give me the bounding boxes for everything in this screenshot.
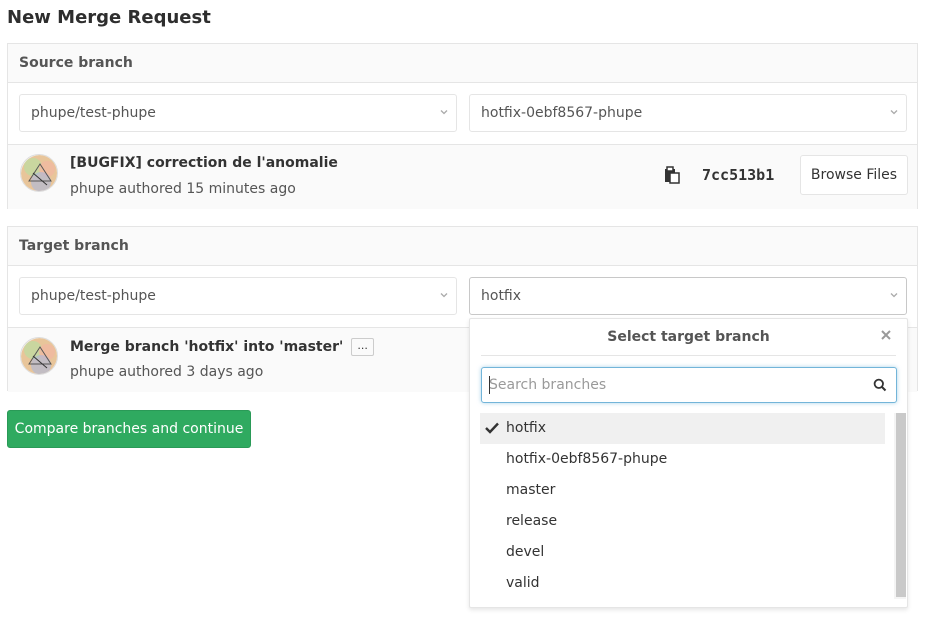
source-branch-select[interactable]: hotfix-0ebf8567-phupe — [469, 94, 907, 132]
branch-option-label: hotfix-0ebf8567-phupe — [506, 451, 668, 467]
dropdown-scrollbar[interactable] — [894, 413, 906, 599]
target-branch-header: Target branch — [8, 227, 917, 266]
chevron-down-icon — [440, 293, 448, 298]
target-project-value: phupe/test-phupe — [31, 288, 156, 304]
target-commit-meta: phupe authored 3 days ago — [70, 364, 263, 380]
target-project-select[interactable]: phupe/test-phupe — [19, 277, 457, 315]
dropdown-title: Select target branch — [481, 319, 896, 356]
copy-icon[interactable] — [663, 166, 681, 184]
chevron-down-icon — [890, 293, 898, 298]
source-project-value: phupe/test-phupe — [31, 105, 156, 121]
branch-option-label: valid — [506, 575, 540, 591]
branch-option[interactable]: devel — [480, 537, 885, 568]
target-commit-title: Merge branch 'hotfix' into 'master'... — [70, 338, 374, 356]
branch-option[interactable]: valid — [480, 568, 885, 599]
branch-option-label: devel — [506, 544, 545, 560]
target-branch-value: hotfix — [481, 288, 522, 304]
close-icon[interactable] — [879, 328, 893, 342]
target-branch-dropdown: Select target branch hotfix hotfix-0ebf8… — [469, 318, 908, 608]
source-commit-meta: phupe authored 15 minutes ago — [70, 181, 296, 197]
search-icon — [873, 378, 887, 392]
avatar[interactable] — [20, 337, 58, 375]
branch-list: hotfix hotfix-0ebf8567-phupe master rele… — [480, 413, 885, 599]
target-commit-title-text[interactable]: Merge branch 'hotfix' into 'master' — [70, 339, 343, 355]
source-commit: [BUGFIX] correction de l'anomalie phupe … — [8, 145, 917, 209]
commit-time: authored 15 minutes ago — [118, 181, 296, 197]
branch-option-label: master — [506, 482, 556, 498]
commit-author[interactable]: phupe — [70, 364, 114, 380]
avatar[interactable] — [20, 154, 58, 192]
source-project-select[interactable]: phupe/test-phupe — [19, 94, 457, 132]
target-branch-select[interactable]: hotfix — [469, 277, 907, 315]
source-branch-value: hotfix-0ebf8567-phupe — [481, 105, 643, 121]
search-input[interactable] — [489, 368, 859, 402]
page-title: New Merge Request — [7, 7, 211, 28]
source-branch-selects: phupe/test-phupe hotfix-0ebf8567-phupe — [8, 83, 917, 145]
branch-option-label: hotfix — [506, 420, 547, 436]
branch-option[interactable]: release — [480, 506, 885, 537]
compare-branches-button[interactable]: Compare branches and continue — [7, 410, 251, 448]
text-cursor — [489, 376, 490, 394]
browse-files-button[interactable]: Browse Files — [800, 155, 908, 195]
commit-time: authored 3 days ago — [118, 364, 264, 380]
branch-option-hotfix[interactable]: hotfix — [480, 413, 885, 444]
expand-commit-button[interactable]: ... — [351, 338, 374, 356]
commit-sha[interactable]: 7cc513b1 — [702, 166, 774, 184]
check-icon — [485, 422, 499, 434]
source-branch-header: Source branch — [8, 44, 917, 83]
branch-option[interactable]: master — [480, 475, 885, 506]
branch-search — [481, 367, 897, 403]
scrollbar-thumb[interactable] — [896, 413, 906, 597]
commit-author[interactable]: phupe — [70, 181, 114, 197]
source-branch-panel: Source branch phupe/test-phupe hotfix-0e… — [7, 43, 918, 209]
source-commit-title[interactable]: [BUGFIX] correction de l'anomalie — [70, 155, 338, 171]
branch-option-label: release — [506, 513, 558, 529]
chevron-down-icon — [890, 110, 898, 115]
branch-option[interactable]: hotfix-0ebf8567-phupe — [480, 444, 885, 475]
chevron-down-icon — [440, 110, 448, 115]
